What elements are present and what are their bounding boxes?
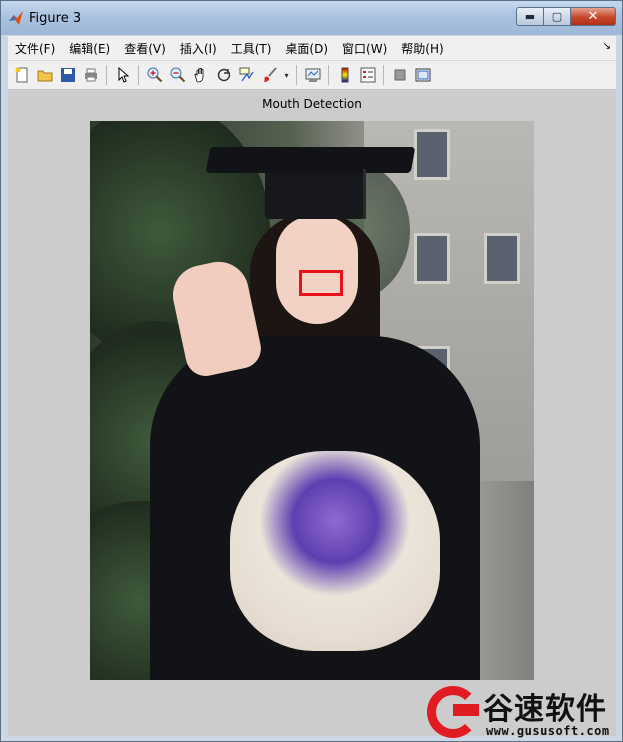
zoom-in-icon[interactable]: [145, 65, 165, 85]
axes-title: Mouth Detection: [262, 97, 362, 111]
watermark-logo-bar: [453, 704, 479, 716]
legend-icon[interactable]: [358, 65, 378, 85]
pan-hand-icon[interactable]: [191, 65, 211, 85]
figure-toolbar: ▾: [8, 61, 616, 90]
open-file-icon[interactable]: [35, 65, 55, 85]
link-plot-icon[interactable]: [303, 65, 323, 85]
save-icon[interactable]: [58, 65, 78, 85]
matlab-logo-icon: [9, 11, 23, 25]
toolbar-separator: [106, 65, 107, 85]
watermark-url: www.gususoft.com: [486, 724, 610, 738]
show-plot-tools-icon[interactable]: [413, 65, 433, 85]
menu-edit[interactable]: 编辑(E): [62, 40, 117, 57]
graduation-cap-board: [205, 147, 416, 173]
watermark-brand: 谷速软件: [483, 692, 607, 727]
window-controls: ▬ ▢ ✕: [516, 7, 616, 26]
hide-plot-tools-icon[interactable]: [390, 65, 410, 85]
close-button[interactable]: ✕: [570, 7, 616, 26]
rotate-3d-icon[interactable]: [214, 65, 234, 85]
print-icon[interactable]: [81, 65, 101, 85]
colorbar-icon[interactable]: [335, 65, 355, 85]
minimize-button[interactable]: ▬: [516, 7, 543, 26]
title-bar[interactable]: Figure 3 ▬ ▢ ✕: [1, 1, 622, 35]
menu-desktop[interactable]: 桌面(D): [278, 40, 335, 57]
cap-tassel: [363, 169, 366, 219]
toolbar-separator: [328, 65, 329, 85]
site-watermark: 谷速软件 www.gususoft.com: [423, 682, 623, 742]
mouth-detection-box: [299, 270, 343, 296]
menu-tools[interactable]: 工具(T): [224, 40, 279, 57]
data-cursor-icon[interactable]: [237, 65, 257, 85]
menu-dock-arrow-icon[interactable]: ↘: [603, 41, 611, 52]
select-arrow-icon[interactable]: [113, 65, 133, 85]
menu-bar: 文件(F) 编辑(E) 查看(V) 插入(I) 工具(T) 桌面(D) 窗口(W…: [8, 36, 616, 61]
maximize-button[interactable]: ▢: [543, 7, 570, 26]
menu-window[interactable]: 窗口(W): [335, 40, 394, 57]
zoom-out-icon[interactable]: [168, 65, 188, 85]
flower-bouquet: [230, 451, 440, 651]
window-title: Figure 3: [29, 11, 82, 26]
brush-icon[interactable]: [260, 65, 280, 85]
brush-dropdown-icon[interactable]: ▾: [283, 65, 291, 85]
menu-help[interactable]: 帮助(H): [394, 40, 450, 57]
menu-file[interactable]: 文件(F): [8, 40, 62, 57]
menu-insert[interactable]: 插入(I): [173, 40, 224, 57]
toolbar-separator: [138, 65, 139, 85]
toolbar-separator: [296, 65, 297, 85]
new-figure-icon[interactable]: [12, 65, 32, 85]
detection-image: [90, 121, 534, 680]
figure-canvas[interactable]: Mouth Detection: [8, 91, 616, 736]
matlab-figure-window: Figure 3 ▬ ▢ ✕ 文件(F) 编辑(E) 查看(V) 插入(I) 工…: [0, 0, 623, 742]
menu-view[interactable]: 查看(V): [117, 40, 173, 57]
toolbar-separator: [383, 65, 384, 85]
